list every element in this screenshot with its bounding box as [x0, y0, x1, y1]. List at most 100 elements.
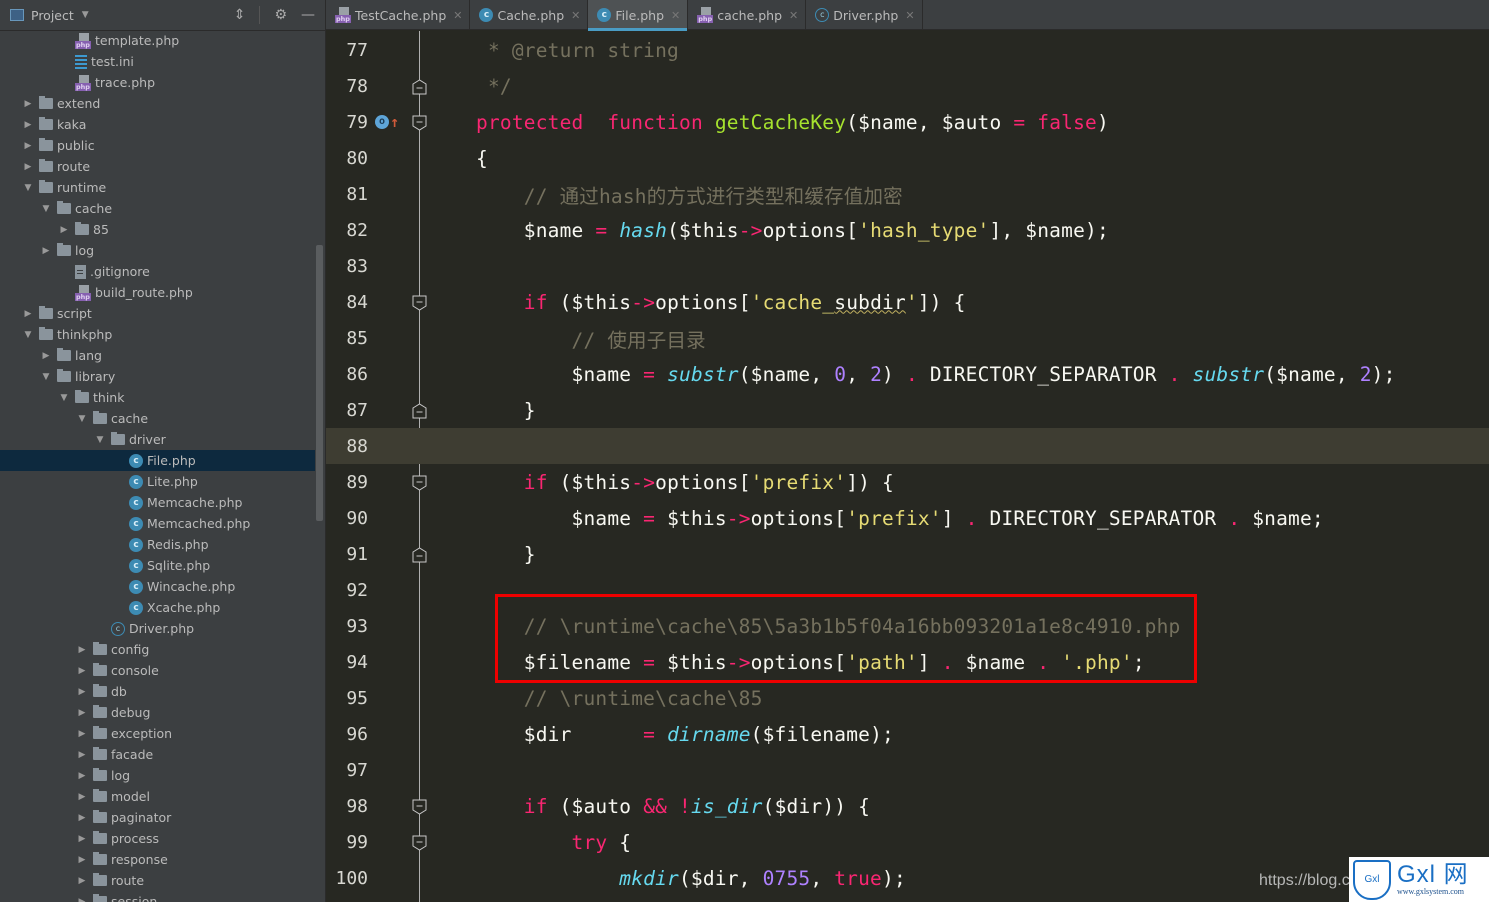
tree-item[interactable]: ▼ thinkphp [0, 324, 315, 345]
tree-item[interactable]: ▶ model [0, 786, 315, 807]
tree-item[interactable]: c File.php [0, 450, 315, 471]
line-number[interactable]: 92 [326, 580, 368, 601]
editor-tab[interactable]: TestCache.php ✕ [326, 0, 471, 30]
line-number[interactable]: 91 [326, 544, 368, 565]
code-line[interactable]: 82 $name = hash($this->options['hash_typ… [326, 212, 1489, 248]
tree-item[interactable]: ▶ config [0, 639, 315, 660]
sidebar-scrollbar[interactable] [316, 245, 323, 521]
line-number[interactable]: 90 [326, 508, 368, 529]
line-number[interactable]: 88 [326, 436, 368, 457]
gear-icon[interactable]: ⚙ [274, 7, 287, 23]
tree-item[interactable]: ▶ lang [0, 345, 315, 366]
line-number[interactable]: 99 [326, 832, 368, 853]
collapse-arrow-icon[interactable]: ▶ [76, 771, 88, 781]
tree-item[interactable]: ▶ debug [0, 702, 315, 723]
collapse-arrow-icon[interactable]: ▶ [76, 729, 88, 739]
editor-tab[interactable]: c File.php ✕ [588, 0, 689, 31]
editor-tab[interactable]: c Cache.php ✕ [470, 0, 589, 30]
overrides-method-icon[interactable]: o ↑ [375, 113, 399, 131]
collapse-arrow-icon[interactable]: ▶ [76, 687, 88, 697]
code-line[interactable]: 79 o ↑ protected function getCacheKey($name… [326, 104, 1489, 140]
collapse-arrow-icon[interactable]: ▶ [76, 750, 88, 760]
tree-item[interactable]: c Xcache.php [0, 597, 315, 618]
tree-item[interactable]: ▼ think [0, 387, 315, 408]
line-number[interactable]: 78 [326, 76, 368, 97]
editor-tab[interactable]: c Driver.php ✕ [806, 0, 923, 30]
collapse-arrow-icon[interactable]: ▶ [76, 645, 88, 655]
code-line[interactable]: 98 if ($auto && !is_dir($dir)) { [326, 788, 1489, 824]
line-number[interactable]: 96 [326, 724, 368, 745]
tree-item[interactable]: ▶ process [0, 828, 315, 849]
expand-arrow-icon[interactable]: ▼ [94, 435, 106, 445]
chevron-down-icon[interactable]: ▼ [82, 10, 89, 20]
code-line[interactable]: 90 $name = $this->options['prefix'] . DI… [326, 500, 1489, 536]
tree-item[interactable]: ▶ script [0, 303, 315, 324]
collapse-arrow-icon[interactable]: ▶ [76, 834, 88, 844]
code-line[interactable]: 86 $name = substr($name, 0, 2) . DIRECTO… [326, 356, 1489, 392]
close-tab-icon[interactable]: ✕ [789, 9, 798, 22]
editor-tab[interactable]: cache.php ✕ [688, 0, 807, 30]
tree-item[interactable]: ▶ kaka [0, 114, 315, 135]
line-number[interactable]: 87 [326, 400, 368, 421]
tree-item[interactable]: ▶ public [0, 135, 315, 156]
code-line[interactable]: 96 $dir = dirname($filename); [326, 716, 1489, 752]
tree-item[interactable]: ▼ cache [0, 408, 315, 429]
code-line[interactable]: 87 } [326, 392, 1489, 428]
collapse-arrow-icon[interactable]: ▶ [22, 99, 34, 109]
tree-item[interactable]: c Redis.php [0, 534, 315, 555]
line-number[interactable]: 84 [326, 292, 368, 313]
tree-item[interactable]: ▶ log [0, 765, 315, 786]
tree-item[interactable]: c Driver.php [0, 618, 315, 639]
tree-item[interactable]: ▼ cache [0, 198, 315, 219]
tree-item[interactable]: ▶ response [0, 849, 315, 870]
code-line[interactable]: 95 // \runtime\cache\85 [326, 680, 1489, 716]
line-number[interactable]: 97 [326, 760, 368, 781]
collapse-arrow-icon[interactable]: ▶ [22, 120, 34, 130]
line-number[interactable]: 86 [326, 364, 368, 385]
line-number[interactable]: 77 [326, 40, 368, 61]
line-number[interactable]: 85 [326, 328, 368, 349]
close-tab-icon[interactable]: ✕ [453, 9, 462, 22]
tree-item[interactable]: ▶ route [0, 156, 315, 177]
tree-item[interactable]: c Sqlite.php [0, 555, 315, 576]
code-line[interactable]: 80 { [326, 140, 1489, 176]
line-number[interactable]: 95 [326, 688, 368, 709]
tree-item[interactable]: ▶ paginator [0, 807, 315, 828]
tree-item[interactable]: ▶ log [0, 240, 315, 261]
close-tab-icon[interactable]: ✕ [671, 9, 680, 22]
fold-collapse-icon[interactable] [412, 799, 427, 815]
close-tab-icon[interactable]: ✕ [905, 9, 914, 22]
tree-item[interactable]: test.ini [0, 51, 315, 72]
collapse-arrow-icon[interactable]: ▶ [76, 666, 88, 676]
collapse-arrow-icon[interactable]: ▶ [76, 708, 88, 718]
expand-arrow-icon[interactable]: ▼ [22, 183, 34, 193]
line-number[interactable]: 79 [326, 112, 368, 133]
fold-end-icon[interactable] [412, 547, 427, 563]
tree-item[interactable]: build_route.php [0, 282, 315, 303]
tree-item[interactable]: ▼ runtime [0, 177, 315, 198]
tree-item[interactable]: .gitignore [0, 261, 315, 282]
tree-item[interactable]: trace.php [0, 72, 315, 93]
tree-item[interactable]: ▼ library [0, 366, 315, 387]
collapse-arrow-icon[interactable]: ▶ [22, 141, 34, 151]
collapse-arrow-icon[interactable]: ▶ [76, 855, 88, 865]
line-number[interactable]: 100 [326, 868, 368, 889]
expand-arrow-icon[interactable]: ▼ [40, 204, 52, 214]
fold-end-icon[interactable] [412, 403, 427, 419]
tree-item[interactable]: c Memcache.php [0, 492, 315, 513]
project-panel-title[interactable]: Project [31, 8, 74, 23]
fold-collapse-icon[interactable] [412, 115, 427, 131]
line-number[interactable]: 89 [326, 472, 368, 493]
tree-item[interactable]: c Memcached.php [0, 513, 315, 534]
expand-arrow-icon[interactable]: ▼ [40, 372, 52, 382]
collapse-arrow-icon[interactable]: ▶ [76, 792, 88, 802]
code-line[interactable]: 97 [326, 752, 1489, 788]
tree-item[interactable]: c Wincache.php [0, 576, 315, 597]
tree-item[interactable]: ▶ extend [0, 93, 315, 114]
expand-arrow-icon[interactable]: ▼ [22, 330, 34, 340]
tree-item[interactable]: ▶ session [0, 891, 315, 902]
tree-item[interactable]: ▶ route [0, 870, 315, 891]
expand-arrow-icon[interactable]: ▼ [76, 414, 88, 424]
line-number[interactable]: 81 [326, 184, 368, 205]
line-number[interactable]: 83 [326, 256, 368, 277]
